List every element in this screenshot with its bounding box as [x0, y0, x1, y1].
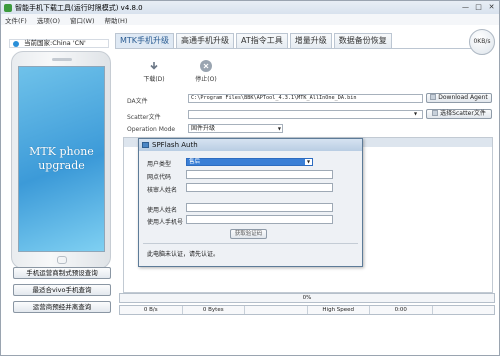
scatter-file-field[interactable] [188, 110, 423, 119]
progress-percent: 0% [302, 295, 312, 301]
dialog-title: SPFlash Auth [152, 141, 198, 149]
maximize-button[interactable]: □ [474, 3, 483, 11]
choose-scatter-button[interactable]: 选择Scatter文件 [426, 109, 492, 119]
app-icon [4, 3, 12, 12]
outlet-code-input[interactable] [186, 170, 333, 179]
phone-home-button [57, 256, 67, 264]
folder-icon [432, 110, 439, 116]
scatter-file-label: Scatter文件 [127, 114, 161, 121]
carrier-query-button[interactable]: 运营商预经并离查询 [13, 301, 111, 313]
menu-bar: 文件(F) 选项(O) 窗口(W) 帮助(H) [1, 14, 499, 25]
user-phone-input[interactable] [186, 215, 333, 224]
progress-bar: 0% [119, 293, 495, 303]
minimize-button[interactable]: — [461, 3, 470, 11]
menu-window[interactable]: 窗口(W) [70, 15, 95, 25]
window-title: 智能手机下载工具(运行时限模式) v4.8.0 [15, 3, 143, 12]
tab-divider [115, 48, 491, 49]
window-icon [142, 142, 149, 148]
download-label: 下载(D) [143, 76, 165, 83]
phone-illustration: MTK phone upgrade [11, 51, 111, 269]
menu-help[interactable]: 帮助(H) [105, 15, 128, 25]
country-indicator: 当前国家:China 'CN' [9, 39, 109, 48]
stop-label: 停止(O) [195, 76, 217, 83]
tab-qualcomm-upgrade[interactable]: 高通手机升级 [176, 33, 235, 48]
status-empty-1 [245, 306, 308, 314]
folder-icon [430, 94, 437, 100]
app-window: 智能手机下载工具(运行时限模式) v4.8.0 — □ ✕ 文件(F) 选项(O… [0, 0, 500, 356]
tab-bar: MTK手机升级 高通手机升级 AT指令工具 增量升级 数据备份恢复 [115, 33, 394, 48]
status-time: 0:00 [370, 306, 433, 314]
auth-status-message: 此电脑未认证，请先认证。 [147, 251, 220, 258]
globe-icon [13, 41, 19, 47]
title-bar: 智能手机下载工具(运行时限模式) v4.8.0 — □ ✕ [1, 1, 499, 14]
user-phone-label: 使用人手机号 [147, 219, 184, 226]
choose-scatter-label: 选择Scatter文件 [440, 110, 486, 117]
window-controls: — □ ✕ [461, 3, 496, 11]
user-type-label: 用户类型 [147, 161, 172, 168]
user-type-select[interactable]: 售后 ▼ [186, 158, 313, 166]
dialog-divider [143, 243, 358, 244]
download-agent-label: Download Agent [438, 94, 488, 101]
country-label: 当前国家:China 'CN' [24, 39, 86, 47]
checker-name-input[interactable] [186, 183, 333, 192]
chevron-down-icon: ▼ [305, 159, 312, 165]
da-file-label: DA文件 [127, 98, 148, 105]
chevron-down-icon: ▼ [277, 126, 281, 131]
close-button[interactable]: ✕ [487, 3, 496, 11]
status-empty-2 [433, 306, 495, 314]
status-bytes: 0 Bytes [183, 306, 245, 314]
operation-mode-select[interactable]: 固件升级 ▼ [188, 124, 283, 133]
spflash-auth-dialog: SPFlash Auth 用户类型 售后 ▼ 网点代码 核审人姓名 使用人姓名 … [138, 138, 363, 267]
dialog-title-bar: SPFlash Auth [139, 139, 362, 151]
tab-mtk-upgrade[interactable]: MTK手机升级 [115, 33, 175, 48]
user-type-value: 售后 [189, 159, 201, 165]
tab-incremental-upgrade[interactable]: 增量升级 [289, 33, 332, 48]
phone-screen: MTK phone upgrade [18, 66, 105, 252]
download-tool[interactable]: 下载(D) [140, 60, 168, 83]
menu-options[interactable]: 选项(O) [37, 15, 60, 25]
phone-speaker [52, 58, 72, 61]
user-name-input[interactable] [186, 203, 333, 212]
menu-file[interactable]: 文件(F) [5, 15, 27, 25]
operation-mode-value: 固件升级 [191, 125, 216, 132]
download-agent-button[interactable]: Download Agent [426, 93, 492, 103]
speed-badge: 0KB/s [469, 29, 495, 55]
tab-data-backup[interactable]: 数据备份恢复 [333, 33, 392, 48]
phone-screen-text-line1: MTK phone [29, 145, 94, 158]
outlet-code-label: 网点代码 [147, 174, 172, 181]
user-name-label: 使用人姓名 [147, 207, 178, 214]
da-file-field[interactable]: C:\Program Files\BBK\APTool_4.3.1\MTK_Al… [188, 94, 423, 103]
stop-tool[interactable]: 停止(O) [192, 60, 220, 83]
operation-mode-label: Operation Mode [127, 126, 176, 133]
scatter-dropdown-arrow-icon[interactable]: ▼ [414, 111, 417, 117]
get-verification-code-button[interactable]: 获取验证码 [230, 229, 267, 239]
carrier-preset-query-button[interactable]: 手机运营商制式预设查询 [13, 267, 111, 279]
status-mode: High Speed [308, 306, 370, 314]
download-arrow-icon [148, 60, 160, 72]
vivo-phone-query-button[interactable]: 最适合vivo手机查询 [13, 284, 111, 296]
phone-screen-text-line2: upgrade [38, 159, 85, 172]
tab-at-tool[interactable]: AT指令工具 [236, 33, 288, 48]
status-speed: 0 B/s [120, 306, 183, 314]
status-bar: 0 B/s 0 Bytes High Speed 0:00 [119, 305, 495, 315]
checker-name-label: 核审人姓名 [147, 187, 178, 194]
stop-icon [200, 60, 212, 72]
left-panel: 当前国家:China 'CN' MTK phone upgrade 手机运营商制… [5, 27, 113, 353]
